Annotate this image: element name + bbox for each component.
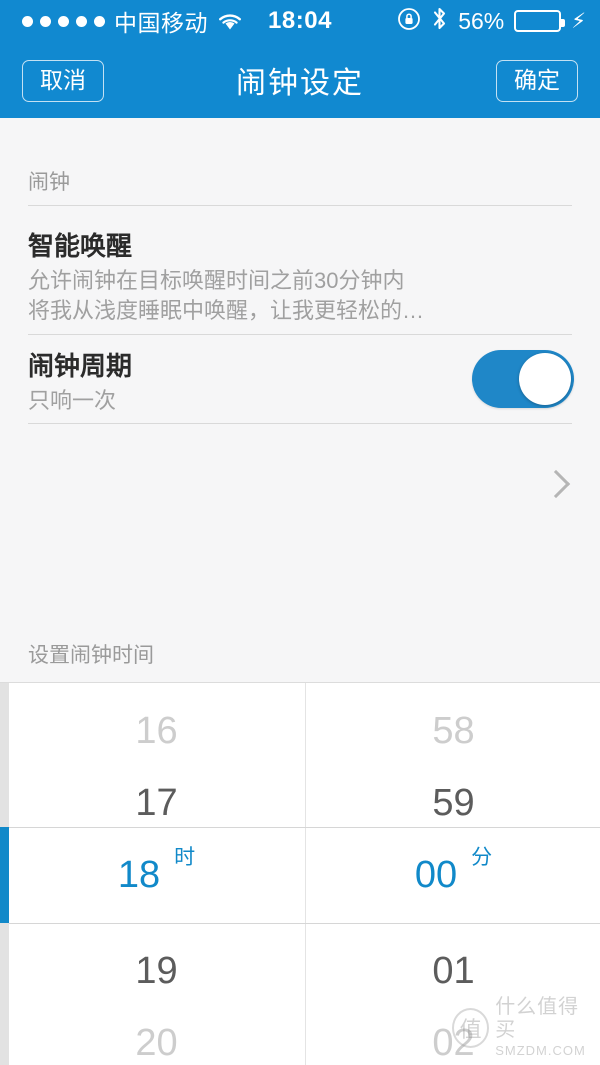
lightning-bolt-icon: ⚡: [571, 9, 586, 33]
confirm-button[interactable]: 确定: [496, 60, 578, 102]
settings-content: 闹钟 智能唤醒 允许闹钟在目标唤醒时间之前30分钟内 将我从浅度睡眠中唤醒，让我…: [0, 118, 600, 1065]
battery-percent: 56%: [458, 7, 505, 34]
divider-bottom: [28, 423, 572, 424]
picker-minute-selected[interactable]: 00 分: [306, 827, 600, 923]
section-header-alarm: 闹钟: [28, 171, 70, 194]
smart-wake-description-line2: 将我从浅度睡眠中唤醒，让我更轻松的…: [28, 298, 425, 323]
phone-screen: 中国移动 18:04 56% ⚡ 取消 闹钟设定 确定 闹钟 智能唤醒 允许闹钟…: [0, 0, 600, 1065]
navigation-bar: 取消 闹钟设定 确定: [0, 42, 600, 118]
divider-top: [28, 205, 572, 206]
picker-gutter: [0, 683, 9, 1065]
battery-icon: [514, 10, 566, 32]
chevron-right-icon: [544, 471, 570, 497]
minute-unit-label: 分: [471, 846, 493, 869]
smart-wake-description-line1: 允许闹钟在目标唤醒时间之前30分钟内: [28, 268, 405, 293]
picker-hour-selected[interactable]: 18 时: [9, 827, 304, 923]
divider-middle: [28, 334, 572, 335]
status-bar: 中国移动 18:04 56% ⚡: [0, 0, 600, 42]
time-picker[interactable]: 16 17 18 时 19 20 58 59 00 分 01 02: [0, 682, 600, 1065]
toggle-knob: [519, 353, 571, 405]
section-header-set-time: 设置闹钟时间: [28, 644, 154, 667]
status-bar-right: 56% ⚡: [397, 6, 586, 36]
bluetooth-icon: [431, 6, 448, 36]
alarm-cycle-value: 只响一次: [28, 388, 117, 413]
rotation-lock-icon: [397, 7, 421, 36]
smart-wake-toggle[interactable]: [472, 350, 574, 408]
page-title: 闹钟设定: [236, 67, 364, 100]
hour-unit-label: 时: [174, 846, 196, 869]
picker-selection-accent-bar: [0, 827, 9, 923]
smart-wake-title: 智能唤醒: [28, 231, 133, 261]
cancel-button[interactable]: 取消: [22, 60, 104, 102]
picker-hour-option[interactable]: 20: [9, 995, 304, 1065]
picker-minute-option[interactable]: 02: [306, 995, 600, 1065]
alarm-cycle-title: 闹钟周期: [28, 351, 133, 381]
